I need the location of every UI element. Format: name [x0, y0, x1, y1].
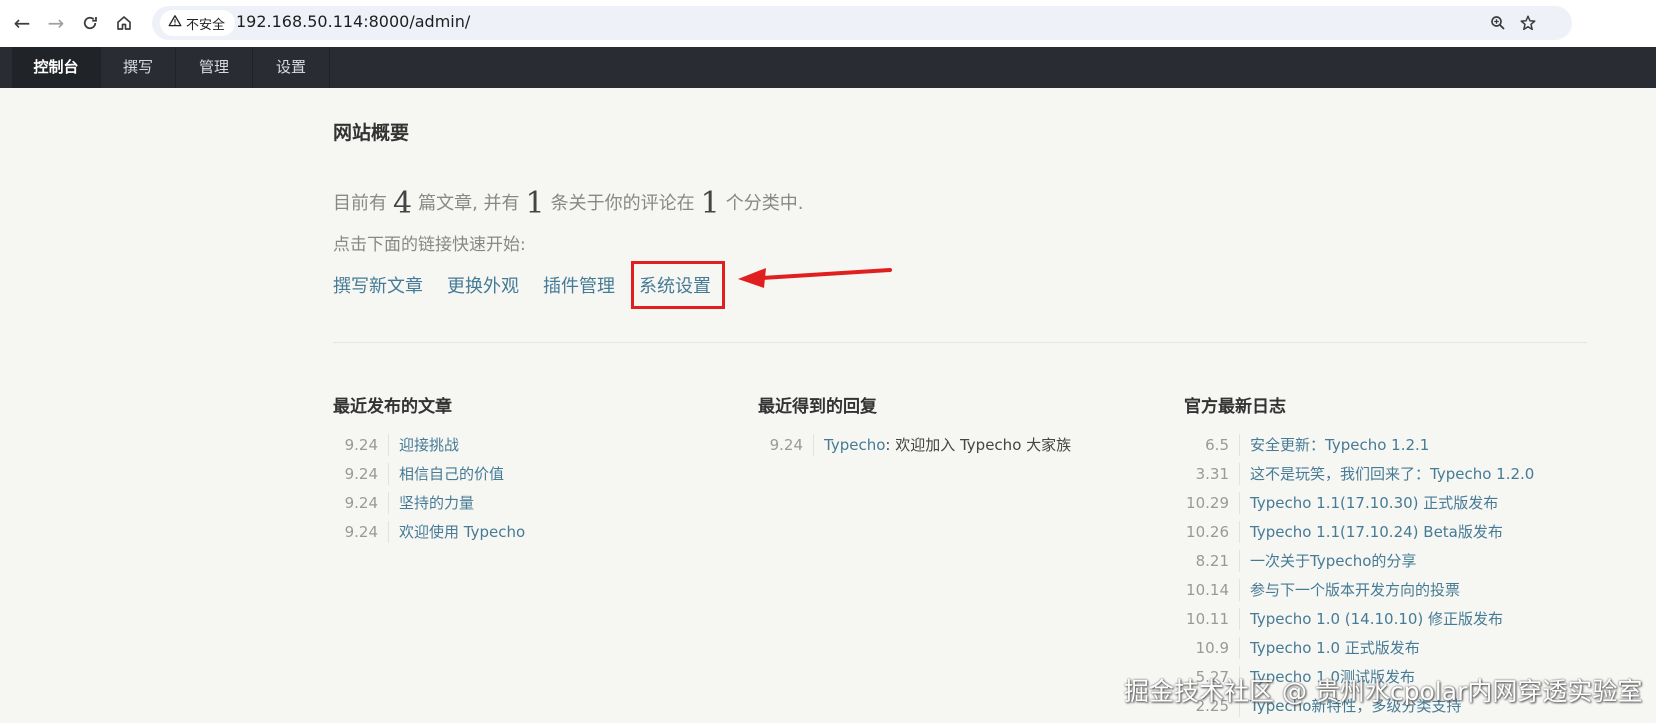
nav-dashboard[interactable]: 控制台	[12, 47, 101, 88]
plugin-manage-link[interactable]: 插件管理	[543, 272, 615, 298]
recent-posts-title: 最近发布的文章	[333, 397, 452, 417]
log-date: 6.5	[1174, 433, 1240, 456]
log-link[interactable]: Typecho 1.1(17.10.24) Beta版发布	[1250, 521, 1503, 542]
log-link[interactable]: 参与下一个版本开发方向的投票	[1250, 579, 1460, 600]
post-date: 9.24	[333, 520, 389, 543]
reply-text: : 欢迎加入 Typecho 大家族	[885, 436, 1072, 454]
post-link[interactable]: 相信自己的价值	[399, 463, 504, 484]
recent-replies-title: 最近得到的回复	[758, 397, 877, 417]
quick-start-hint: 点击下面的链接快速开始:	[333, 235, 526, 255]
list-item: 6.5 安全更新：Typecho 1.2.1	[1174, 430, 1534, 459]
zoom-icon[interactable]	[1486, 11, 1510, 35]
reply-date: 9.24	[758, 433, 814, 456]
summary-comments-suffix: 条关于你的评论在	[550, 193, 695, 214]
summary-posts-suffix: 篇文章, 并有	[418, 193, 520, 214]
log-date: 3.31	[1174, 462, 1240, 485]
list-item: 9.24 相信自己的价值	[333, 459, 525, 488]
log-date: 10.11	[1174, 607, 1240, 630]
list-item: 9.24 迎接挑战	[333, 430, 525, 459]
annotation-arrow-icon	[738, 268, 892, 288]
category-count: 1	[700, 186, 720, 221]
summary-prefix: 目前有	[333, 193, 387, 214]
write-post-link[interactable]: 撰写新文章	[333, 272, 423, 298]
recent-posts-list: 9.24 迎接挑战 9.24 相信自己的价值 9.24 坚持的力量 9.24 欢迎使用 …	[333, 430, 525, 546]
list-item: 9.24 Typecho: 欢迎加入 Typecho 大家族	[758, 430, 1071, 459]
security-chip[interactable]: 不安全	[160, 10, 236, 36]
annotation-highlight-box	[631, 261, 725, 309]
list-item: 10.9 Typecho 1.0 正式版发布	[1174, 633, 1534, 662]
log-link[interactable]: Typecho 1.0 (14.10.10) 修正版发布	[1250, 608, 1503, 629]
log-link[interactable]: 这不是玩笑，我们回来了：Typecho 1.2.0	[1250, 463, 1534, 484]
log-date: 10.9	[1174, 636, 1240, 659]
nav-settings[interactable]: 设置	[253, 47, 330, 88]
log-date: 10.29	[1174, 491, 1240, 514]
nav-write[interactable]: 撰写	[101, 47, 176, 88]
home-icon[interactable]	[110, 9, 138, 37]
post-date: 9.24	[333, 491, 389, 514]
change-theme-link[interactable]: 更换外观	[447, 272, 519, 298]
watermark-text: 掘金技术社区 @ 贵州水cpolar内网穿透实验室	[1124, 677, 1643, 706]
nav-manage[interactable]: 管理	[176, 47, 253, 88]
section-divider	[333, 342, 1587, 343]
list-item: 10.29 Typecho 1.1(17.10.30) 正式版发布	[1174, 488, 1534, 517]
forward-arrow-icon[interactable]: →	[42, 9, 70, 37]
list-item: 10.14 参与下一个版本开发方向的投票	[1174, 575, 1534, 604]
log-date: 8.21	[1174, 549, 1240, 572]
list-item: 3.31 这不是玩笑，我们回来了：Typecho 1.2.0	[1174, 459, 1534, 488]
list-item: 10.11 Typecho 1.0 (14.10.10) 修正版发布	[1174, 604, 1534, 633]
page-title: 网站概要	[333, 122, 410, 144]
url-text[interactable]: 192.168.50.114:8000/admin/	[236, 12, 470, 31]
log-link[interactable]: 一次关于Typecho的分享	[1250, 550, 1416, 571]
warning-icon	[168, 14, 182, 32]
post-count: 4	[393, 186, 413, 221]
post-date: 9.24	[333, 462, 389, 485]
security-label: 不安全	[186, 17, 226, 33]
log-date: 10.14	[1174, 578, 1240, 601]
official-log-title: 官方最新日志	[1184, 397, 1286, 417]
site-summary: 目前有 4 篇文章, 并有 1 条关于你的评论在 1 个分类中.	[333, 186, 803, 221]
list-item: 9.24 坚持的力量	[333, 488, 525, 517]
recent-replies-list: 9.24 Typecho: 欢迎加入 Typecho 大家族	[758, 430, 1071, 459]
log-date: 10.26	[1174, 520, 1240, 543]
address-bar[interactable]: 不安全 192.168.50.114:8000/admin/	[152, 6, 1572, 40]
list-item: 9.24 欢迎使用 Typecho	[333, 517, 525, 546]
log-link[interactable]: Typecho 1.0 正式版发布	[1250, 637, 1420, 658]
list-item: 8.21 一次关于Typecho的分享	[1174, 546, 1534, 575]
log-link[interactable]: Typecho 1.1(17.10.30) 正式版发布	[1250, 492, 1498, 513]
reply-author-link[interactable]: Typecho	[824, 436, 885, 454]
comment-count: 1	[525, 186, 545, 221]
admin-navbar: 控制台 撰写 管理 设置	[0, 47, 1656, 88]
post-link[interactable]: 欢迎使用 Typecho	[399, 521, 525, 542]
bookmark-star-icon[interactable]	[1516, 11, 1540, 35]
summary-categories-suffix: 个分类中.	[725, 193, 804, 214]
post-link[interactable]: 坚持的力量	[399, 492, 474, 513]
log-link[interactable]: 安全更新：Typecho 1.2.1	[1250, 434, 1429, 455]
reload-icon[interactable]	[76, 9, 104, 37]
back-arrow-icon[interactable]: ←	[8, 9, 36, 37]
list-item: 10.26 Typecho 1.1(17.10.24) Beta版发布	[1174, 517, 1534, 546]
browser-toolbar: ← → 不安全 192.168.50.114:8000/admin/	[0, 0, 1656, 48]
post-date: 9.24	[333, 433, 389, 456]
post-link[interactable]: 迎接挑战	[399, 434, 459, 455]
